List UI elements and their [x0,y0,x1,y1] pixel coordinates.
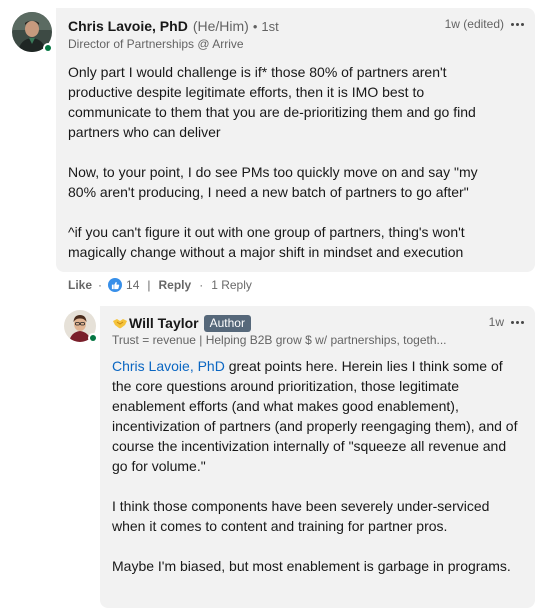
author-badge: Author [203,314,251,332]
action-separator: · [199,278,204,292]
reply-body: Chris Lavoie, PhD great points here. Her… [112,356,524,576]
connection-degree: 1st [261,18,279,34]
replies-count-link[interactable]: 1 Reply [211,278,252,292]
like-button[interactable]: Like [68,278,92,292]
reply-timestamp: 1w [488,315,504,329]
comment-timestamp: 1w (edited) [444,17,504,31]
comment-body: Only part I would challenge is if* those… [68,62,500,262]
handshake-icon [112,316,128,330]
comment-paragraph: ^if you can't figure it out with one gro… [68,224,465,260]
comment-paragraph: Only part I would challenge is if* those… [68,64,476,140]
mention-link[interactable]: Chris Lavoie, PhD [112,358,225,374]
reply-paragraph: Chris Lavoie, PhD great points here. Her… [112,356,524,476]
online-status-indicator [88,333,98,343]
comment-actions: Like · 14 | Reply · 1 Reply [68,277,252,293]
reply-paragraph: Maybe I'm biased, but most enablement is… [112,558,511,574]
comment-meta: 1w (edited) [445,16,526,32]
commenter-pronouns: (He/Him) [192,18,249,34]
replier-headline: Trust = revenue | Helping B2B grow $ w/ … [112,333,447,347]
separator-dot: • [252,18,258,34]
replier-name[interactable]: Will Taylor [129,315,199,331]
reply-meta: 1w [489,314,526,330]
action-divider: | [147,278,151,292]
commenter-headline: Director of Partnerships @ Arrive [68,37,244,51]
reply-paragraph-text: great points here. Herein lies I think s… [112,358,518,474]
reply-more-options-icon[interactable] [510,315,526,329]
like-count[interactable]: 14 [126,278,139,292]
reply-header: Will Taylor Author [112,314,251,332]
comment-more-options-icon[interactable] [510,17,526,31]
online-status-indicator [43,43,53,53]
like-reaction-icon[interactable] [108,278,123,292]
action-separator: · [98,278,103,292]
commenter-name[interactable]: Chris Lavoie, PhD [68,18,188,34]
reply-paragraph: I think those components have been sever… [112,498,490,534]
comment-paragraph: Now, to your point, I do see PMs too qui… [68,164,478,200]
reply-button[interactable]: Reply [159,278,192,292]
comment-header: Chris Lavoie, PhD (He/Him) • 1st [68,16,279,36]
